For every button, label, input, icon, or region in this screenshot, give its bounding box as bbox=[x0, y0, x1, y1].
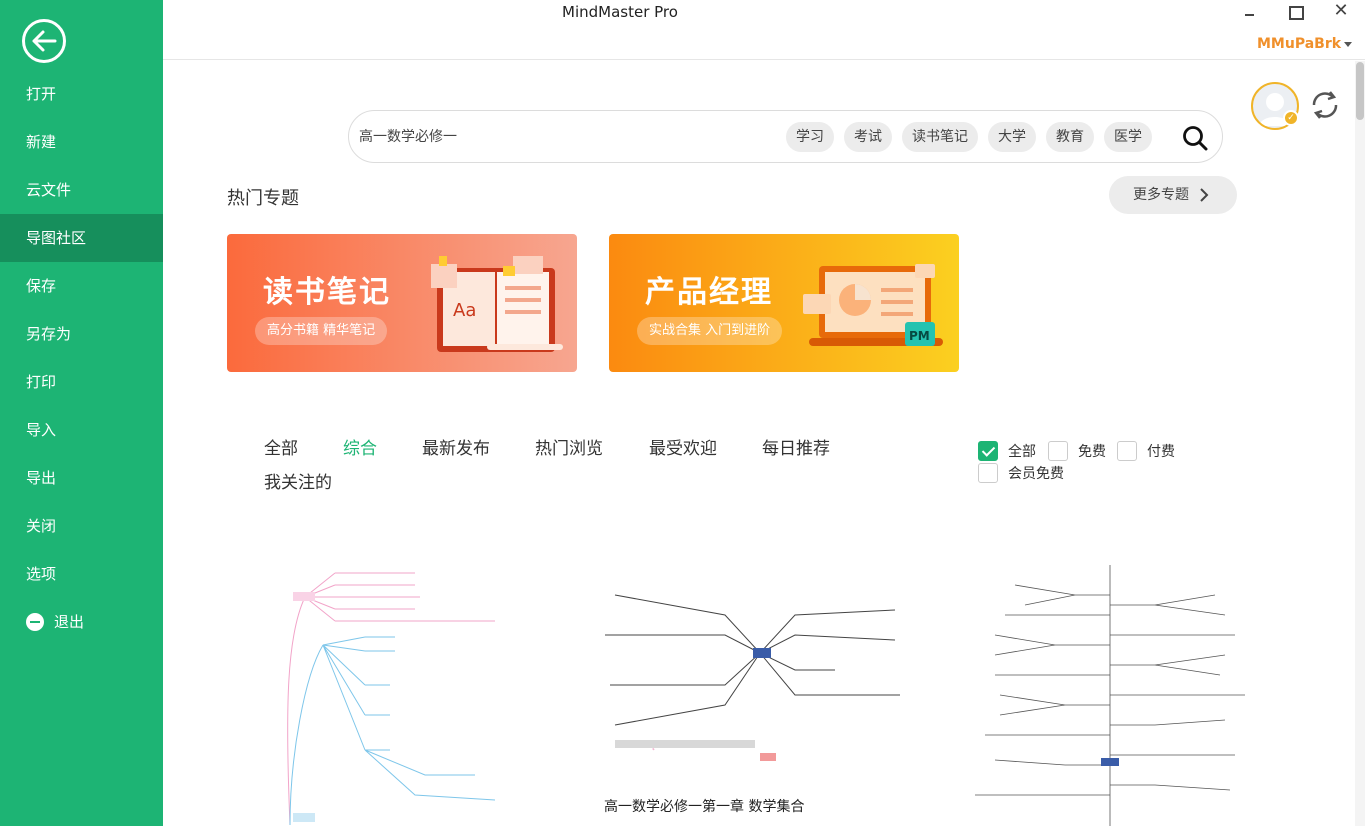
search-input[interactable] bbox=[359, 125, 779, 149]
banner-reading-notes[interactable]: 读书笔记 高分书籍 精华笔记 Aa bbox=[227, 234, 577, 372]
mindmap-card[interactable] bbox=[955, 555, 1275, 826]
sidebar: 打开 新建 云文件 导图社区 保存 另存为 打印 导入 导出 关闭 选项 退出 bbox=[0, 0, 163, 826]
vertical-scrollbar[interactable] bbox=[1355, 61, 1365, 826]
mindmap-thumbnail bbox=[287, 572, 496, 826]
banner-title: 读书笔记 bbox=[263, 275, 391, 310]
mindmap-card[interactable]: · 高一数学必修一第一章 数学集合 bbox=[595, 555, 915, 826]
search-tag[interactable]: 教育 bbox=[1046, 122, 1094, 152]
search-tag[interactable]: 大学 bbox=[988, 122, 1036, 152]
mindmap-thumbnail bbox=[975, 565, 1245, 826]
banner-product-manager[interactable]: 产品经理 实战合集 入门到进阶 PM bbox=[609, 234, 959, 372]
checkbox-checked-icon bbox=[978, 441, 998, 461]
tab-comprehensive[interactable]: 综合 bbox=[343, 434, 377, 459]
banner-icon-text: Aa bbox=[453, 300, 476, 321]
checkbox-label: 付费 bbox=[1147, 444, 1175, 460]
search-bar: 学习 考试 读书笔记 大学 教育 医学 bbox=[348, 110, 1223, 163]
sync-icon[interactable] bbox=[1308, 88, 1342, 126]
search-tag[interactable]: 读书笔记 bbox=[902, 122, 978, 152]
checkbox-unchecked-icon bbox=[1117, 441, 1137, 461]
app-title: MindMaster Pro bbox=[562, 3, 678, 21]
search-tag[interactable]: 考试 bbox=[844, 122, 892, 152]
checkbox-member-free[interactable]: 会员免费 bbox=[978, 463, 1064, 483]
mindmap-thumbnail: · bbox=[605, 594, 900, 761]
user-name: MMuPaBrk bbox=[1257, 36, 1342, 52]
minimize-icon[interactable] bbox=[1240, 2, 1260, 22]
checkbox-unchecked-icon bbox=[978, 463, 998, 483]
chevron-down-icon bbox=[1344, 41, 1353, 47]
checkbox-unchecked-icon bbox=[1048, 441, 1068, 461]
mindmap-card[interactable] bbox=[245, 555, 565, 826]
tab-following[interactable]: 我关注的 bbox=[264, 468, 332, 493]
banner-title: 产品经理 bbox=[645, 275, 773, 310]
more-topics-label: 更多专题 bbox=[1133, 187, 1189, 203]
tab-popular-views[interactable]: 热门浏览 bbox=[535, 434, 603, 459]
sidebar-item-close[interactable]: 关闭 bbox=[0, 502, 163, 550]
scrollbar-thumb[interactable] bbox=[1356, 62, 1364, 120]
sidebar-item-print[interactable]: 打印 bbox=[0, 358, 163, 406]
sidebar-item-import[interactable]: 导入 bbox=[0, 406, 163, 454]
sidebar-item-new[interactable]: 新建 bbox=[0, 118, 163, 166]
title-bar: MindMaster Pro ✕ MMuPaBrk bbox=[163, 0, 1365, 60]
checkbox-label: 会员免费 bbox=[1008, 466, 1064, 482]
banner-subtitle: 实战合集 入门到进阶 bbox=[637, 317, 783, 345]
sidebar-item-mindmap-community[interactable]: 导图社区 bbox=[0, 214, 163, 262]
sidebar-item-cloud-files[interactable]: 云文件 bbox=[0, 166, 163, 214]
sidebar-menu: 打开 新建 云文件 导图社区 保存 另存为 打印 导入 导出 关闭 选项 退出 bbox=[0, 70, 163, 646]
sidebar-item-save[interactable]: 保存 bbox=[0, 262, 163, 310]
checkbox-label: 免费 bbox=[1078, 444, 1106, 460]
checkbox-label: 全部 bbox=[1008, 444, 1036, 460]
sidebar-item-exit[interactable]: 退出 bbox=[0, 598, 163, 646]
user-account-menu[interactable]: MMuPaBrk bbox=[1257, 36, 1353, 52]
search-tag[interactable]: 医学 bbox=[1104, 122, 1152, 152]
checkbox-all[interactable]: 全部 bbox=[978, 441, 1036, 461]
search-tags: 学习 考试 读书笔记 大学 教育 医学 bbox=[786, 122, 1162, 152]
book-notes-illustration-icon: Aa bbox=[431, 256, 563, 352]
sidebar-item-save-as[interactable]: 另存为 bbox=[0, 310, 163, 358]
exit-icon bbox=[26, 613, 44, 631]
card-title: 高一数学必修一第一章 数学集合 bbox=[604, 799, 805, 815]
hot-topics-title: 热门专题 bbox=[227, 188, 299, 209]
sidebar-item-options[interactable]: 选项 bbox=[0, 550, 163, 598]
sidebar-item-export[interactable]: 导出 bbox=[0, 454, 163, 502]
checkbox-free[interactable]: 免费 bbox=[1048, 441, 1106, 461]
checkbox-paid[interactable]: 付费 bbox=[1117, 441, 1175, 461]
banner-subtitle: 高分书籍 精华笔记 bbox=[255, 317, 388, 345]
back-arrow-icon[interactable] bbox=[22, 19, 66, 63]
tab-latest[interactable]: 最新发布 bbox=[422, 434, 490, 459]
sidebar-item-open[interactable]: 打开 bbox=[0, 70, 163, 118]
more-topics-button[interactable]: 更多专题 bbox=[1109, 176, 1237, 214]
laptop-presentation-illustration-icon: PM bbox=[803, 264, 943, 346]
tab-most-liked[interactable]: 最受欢迎 bbox=[649, 434, 717, 459]
maximize-icon[interactable] bbox=[1285, 2, 1305, 22]
close-icon[interactable]: ✕ bbox=[1331, 2, 1351, 22]
sidebar-item-exit-label: 退出 bbox=[54, 613, 85, 631]
search-icon[interactable] bbox=[1181, 124, 1209, 156]
tab-daily-picks[interactable]: 每日推荐 bbox=[762, 434, 830, 459]
banner-icon-text: PM bbox=[909, 329, 930, 343]
verified-badge-icon: ✓ bbox=[1283, 110, 1299, 126]
tab-all[interactable]: 全部 bbox=[264, 434, 298, 459]
chevron-right-icon bbox=[1200, 188, 1209, 202]
search-tag[interactable]: 学习 bbox=[786, 122, 834, 152]
